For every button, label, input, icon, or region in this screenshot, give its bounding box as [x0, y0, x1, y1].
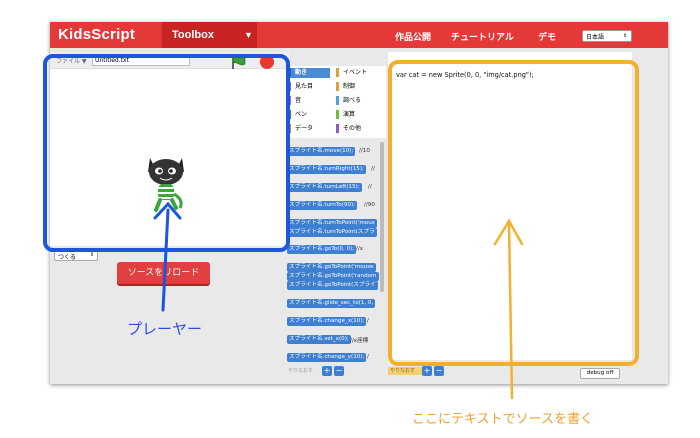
up-arrow-icon	[153, 201, 182, 312]
annotation-player-label: プレーヤー	[127, 320, 203, 338]
annotation-source-label: ここにテキストでソースを書く	[412, 412, 593, 427]
annotation-arrows	[153, 201, 524, 400]
up-arrow-icon	[493, 218, 524, 400]
